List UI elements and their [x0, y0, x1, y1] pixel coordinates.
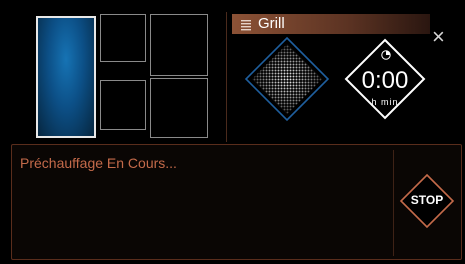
stop-button-label: STOP — [410, 193, 444, 207]
cooking-zone-grid — [6, 6, 218, 142]
close-icon[interactable]: × — [432, 26, 445, 48]
heat-pattern-selector[interactable] — [244, 36, 330, 122]
cooking-zone[interactable] — [100, 14, 146, 62]
mode-label: Grill — [258, 15, 285, 32]
status-message: Préchauffage En Cours... — [20, 155, 177, 171]
cooking-zone[interactable] — [150, 14, 208, 76]
timer-units: h min — [371, 97, 399, 107]
clock-icon — [381, 47, 391, 60]
cooking-zone[interactable] — [100, 80, 146, 130]
cooking-zone[interactable] — [150, 78, 208, 138]
panel-divider — [226, 12, 227, 142]
grill-icon — [240, 18, 252, 31]
status-divider — [393, 150, 394, 256]
timer-value: 0:00 — [361, 67, 409, 94]
cooking-zone-selected[interactable] — [36, 16, 96, 138]
